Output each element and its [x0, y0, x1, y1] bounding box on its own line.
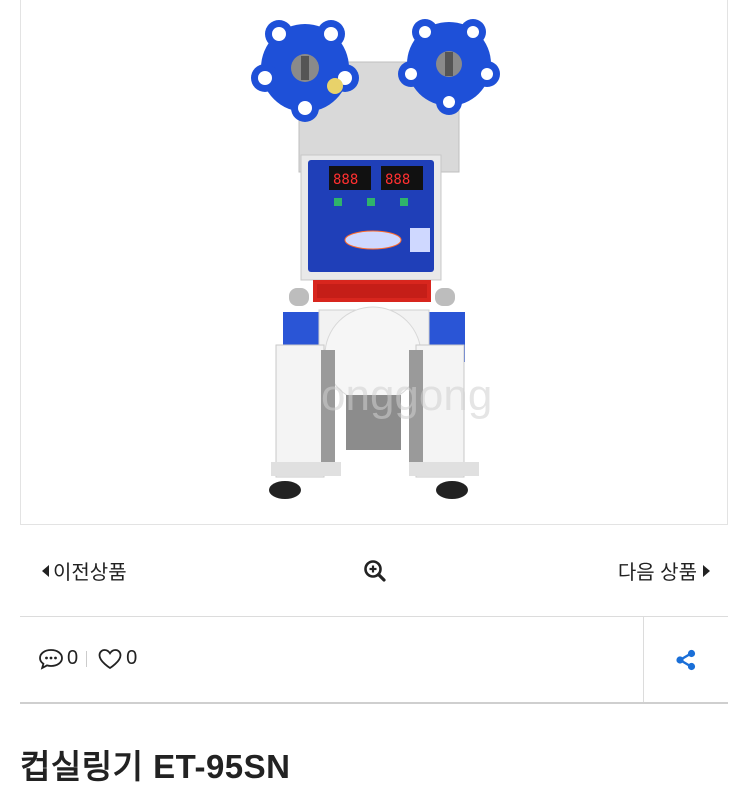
product-image: 888 888 onggong [251, 19, 500, 499]
separator [86, 650, 88, 667]
heart-icon [98, 648, 122, 669]
caret-left-icon [42, 564, 49, 577]
next-product-label: 다음 상품 [617, 562, 697, 584]
product-image-frame[interactable]: 888 888 onggong [20, 0, 728, 525]
like-count: 0 [126, 647, 138, 669]
comment-count: 0 [67, 647, 79, 669]
divider [20, 702, 728, 704]
like-button[interactable]: 0 [97, 647, 137, 670]
comment-button[interactable]: 0 [38, 647, 78, 670]
social-bar: 0 0 [20, 617, 728, 702]
comment-icon [39, 648, 63, 670]
product-navigation: 이전상품 다음 상품 [20, 540, 728, 600]
caret-right-icon [703, 564, 710, 577]
watermark-text: onggong [321, 371, 492, 420]
product-title: 컵실링기 ET-95SN [20, 748, 291, 785]
prev-product-label: 이전상품 [53, 562, 127, 584]
svg-text:888: 888 [333, 172, 358, 188]
next-product-link[interactable]: 다음 상품 [618, 556, 710, 585]
share-icon [676, 649, 696, 670]
share-button[interactable] [643, 617, 728, 702]
svg-text:888: 888 [385, 172, 410, 188]
zoom-button[interactable] [363, 559, 387, 583]
prev-product-link[interactable]: 이전상품 [42, 556, 127, 585]
zoom-in-icon [364, 560, 386, 582]
reactions: 0 0 [38, 647, 137, 670]
